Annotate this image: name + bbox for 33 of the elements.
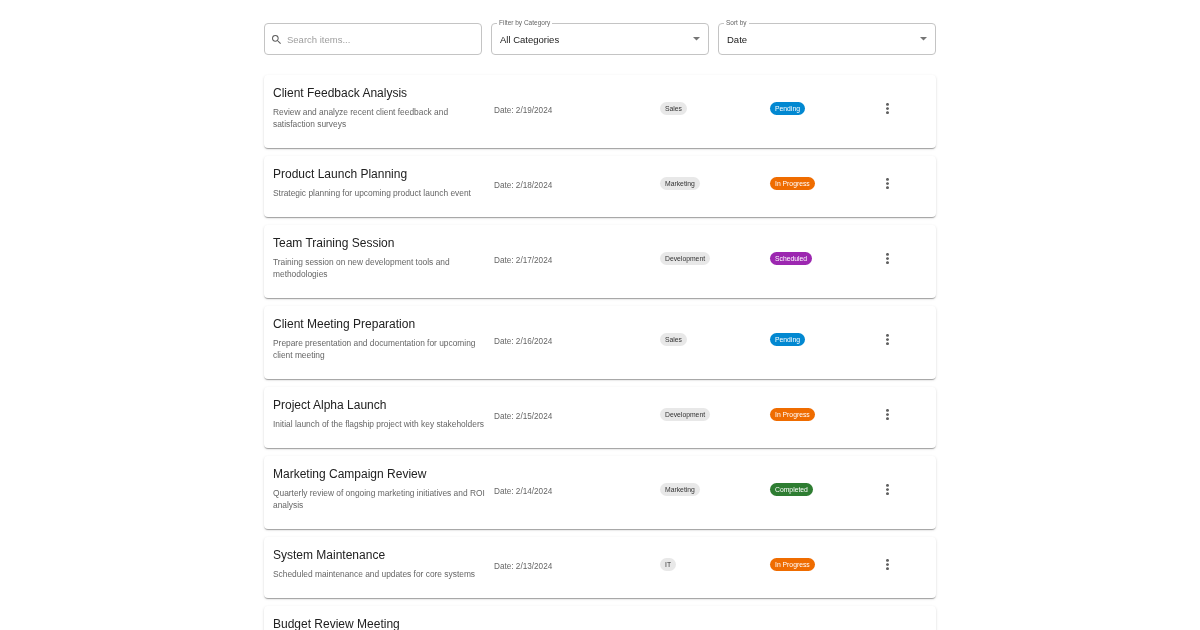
task-title: Team Training Session xyxy=(273,236,396,251)
task-date: Date: 2/19/2024 xyxy=(494,106,553,115)
more-icon xyxy=(886,102,889,114)
more-icon xyxy=(886,333,889,345)
task-description: Initial launch of the flagship project with key stakeholders xyxy=(273,418,485,430)
task-title: Client Meeting Preparation xyxy=(273,317,417,332)
task-title: Client Feedback Analysis xyxy=(273,86,409,101)
task-description: Review and analyze recent client feedback and satisfaction surveys xyxy=(273,106,450,130)
task-title: Project Alpha Launch xyxy=(273,398,388,413)
search-field[interactable]: Search items... xyxy=(264,23,482,55)
caret-icon xyxy=(693,37,700,41)
task-date: Date: 2/17/2024 xyxy=(494,256,553,265)
task-description: Training session on new development tools and methodologies xyxy=(273,256,451,280)
task-title: Marketing Campaign Review xyxy=(273,467,428,482)
task-description: Strategic planning for upcoming product launch event xyxy=(273,187,472,199)
more-icon xyxy=(886,177,889,189)
search-icon xyxy=(272,34,281,44)
task-date: Date: 2/13/2024 xyxy=(494,562,553,571)
task-title: Budget Review Meeting xyxy=(273,617,401,630)
caret-icon xyxy=(920,37,927,41)
more-icon xyxy=(886,408,889,420)
task-title: Product Launch Planning xyxy=(273,167,409,182)
task-title: System Maintenance xyxy=(273,548,387,563)
task-description: Quarterly review of ongoing marketing initiatives and ROI analysis xyxy=(273,487,486,511)
more-icon xyxy=(886,558,889,570)
task-description: Prepare presentation and documentation for upcoming client meeting xyxy=(273,337,477,361)
more-icon xyxy=(886,483,889,495)
task-date: Date: 2/18/2024 xyxy=(494,181,553,190)
task-date: Date: 2/15/2024 xyxy=(494,412,553,421)
task-description: Scheduled maintenance and updates for core systems xyxy=(273,568,477,580)
task-date: Date: 2/14/2024 xyxy=(494,487,553,496)
task-date: Date: 2/16/2024 xyxy=(494,337,553,346)
more-icon xyxy=(886,252,889,264)
